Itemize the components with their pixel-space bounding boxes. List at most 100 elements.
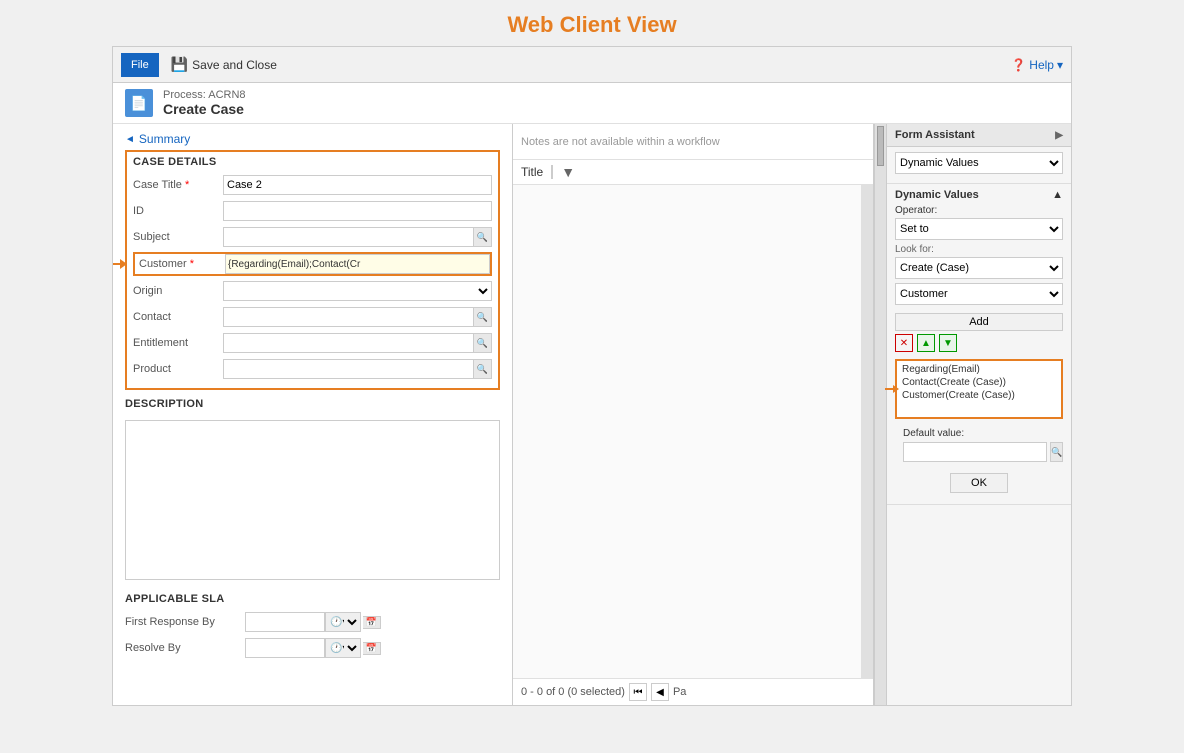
- sla-section: APPLICABLE SLA First Response By 🕐▾ 📅 Re…: [125, 593, 500, 659]
- file-button[interactable]: File: [121, 53, 159, 77]
- look-for-select[interactable]: Create (Case): [895, 257, 1063, 279]
- description-textarea[interactable]: [125, 420, 500, 580]
- ok-btn-row: OK: [895, 467, 1063, 499]
- right-panel: Form Assistant ▶ Dynamic Values Dynamic …: [886, 124, 1071, 705]
- first-response-input[interactable]: [245, 612, 325, 632]
- dv-item-1[interactable]: Regarding(Email): [899, 363, 1059, 376]
- content-area: a ◄ Summary CASE DETAILS Case Title *: [113, 124, 1071, 705]
- title-bar: Title ▼: [513, 160, 873, 185]
- default-value-label: Default value:: [903, 428, 1055, 439]
- entitlement-input[interactable]: [223, 333, 474, 353]
- entitlement-label: Entitlement: [133, 337, 223, 349]
- customer-row: Customer *: [133, 252, 492, 276]
- entitlement-row: Entitlement 🔍: [133, 332, 492, 354]
- process-name: Create Case: [163, 101, 246, 117]
- main-container: File 💾 Save and Close ❓ Help ▾ 📄 Process…: [112, 46, 1072, 706]
- pagination-bar: 0 - 0 of 0 (0 selected) ⏮ ◀ Pa: [513, 678, 873, 705]
- field-select[interactable]: Customer: [895, 283, 1063, 305]
- action-bar: ✕ ▲ ▼: [895, 331, 1063, 355]
- case-title-input[interactable]: [223, 175, 492, 195]
- page-title: Web Client View: [0, 0, 1184, 46]
- subject-lookup-btn[interactable]: 🔍: [474, 227, 492, 247]
- filter-icon[interactable]: ▼: [561, 164, 575, 180]
- entitlement-lookup-btn[interactable]: 🔍: [474, 333, 492, 353]
- collapse-icon: ◄: [125, 134, 135, 145]
- origin-select[interactable]: [223, 281, 492, 301]
- help-button[interactable]: ❓ Help ▾: [1011, 58, 1063, 72]
- resolve-by-row: Resolve By 🕐▾ 📅: [125, 637, 500, 659]
- dynamic-values-select[interactable]: Dynamic Values: [895, 152, 1063, 174]
- help-icon: ❓: [1011, 58, 1026, 72]
- default-lookup-btn[interactable]: 🔍: [1050, 442, 1063, 462]
- move-up-btn[interactable]: ▲: [917, 334, 935, 352]
- default-input-row: 🔍: [903, 442, 1055, 462]
- case-title-label: Case Title *: [133, 179, 223, 191]
- dv-item-2[interactable]: Contact(Create (Case)): [899, 376, 1059, 389]
- title-column-label: Title: [521, 165, 553, 179]
- save-icon: 💾: [171, 56, 188, 73]
- contact-row: Contact 🔍: [133, 306, 492, 328]
- id-label: ID: [133, 205, 223, 217]
- default-value-input[interactable]: [903, 442, 1047, 462]
- description-header: DESCRIPTION: [125, 398, 500, 410]
- resolve-by-input[interactable]: [245, 638, 325, 658]
- customer-arrow: [113, 259, 127, 269]
- resolve-by-label: Resolve By: [125, 642, 245, 654]
- scrollbar-thumb[interactable]: [877, 126, 884, 166]
- form-assistant-header: Form Assistant ▶: [887, 124, 1071, 147]
- case-details-section: CASE DETAILS Case Title * ID Subject: [125, 150, 500, 390]
- contact-label: Contact: [133, 311, 223, 323]
- first-response-unit[interactable]: 🕐▾: [325, 612, 361, 632]
- page-info: Pa: [673, 686, 686, 698]
- first-page-btn[interactable]: ⏮: [629, 683, 647, 701]
- list-arrow: [885, 385, 899, 393]
- resolve-by-cal-btn[interactable]: 📅: [363, 642, 381, 655]
- panel-dynamic-values-section: Dynamic Values ▲ Operator: Set to Look f…: [887, 184, 1071, 505]
- look-for-label: Look for:: [895, 244, 1063, 255]
- panel-dynamic-values-dropdown: Dynamic Values: [887, 147, 1071, 184]
- operator-label: Operator:: [895, 205, 1063, 216]
- description-section: DESCRIPTION: [125, 398, 500, 585]
- customer-input[interactable]: [225, 254, 490, 274]
- prev-page-btn[interactable]: ◀: [651, 683, 669, 701]
- product-input[interactable]: [223, 359, 474, 379]
- sla-header: APPLICABLE SLA: [125, 593, 500, 605]
- operator-select[interactable]: Set to: [895, 218, 1063, 240]
- case-title-row: Case Title *: [133, 174, 492, 196]
- contact-lookup-btn[interactable]: 🔍: [474, 307, 492, 327]
- subject-input-wrapper: 🔍: [223, 227, 492, 247]
- subject-input[interactable]: [223, 227, 474, 247]
- ok-button[interactable]: OK: [950, 473, 1008, 493]
- middle-panel: Notes are not available within a workflo…: [513, 124, 874, 705]
- contact-input[interactable]: [223, 307, 474, 327]
- help-chevron-icon: ▾: [1057, 58, 1063, 72]
- default-value-section: Default value: 🔍: [895, 423, 1063, 467]
- first-response-cal-btn[interactable]: 📅: [363, 616, 381, 629]
- id-input[interactable]: [223, 201, 492, 221]
- resolve-by-unit[interactable]: 🕐▾: [325, 638, 361, 658]
- process-text: Process: ACRN8 Create Case: [163, 89, 246, 117]
- notes-area: Notes are not available within a workflo…: [513, 124, 873, 160]
- form-panel: a ◄ Summary CASE DETAILS Case Title *: [113, 124, 513, 705]
- product-label: Product: [133, 363, 223, 375]
- first-response-label: First Response By: [125, 616, 245, 628]
- add-button[interactable]: Add: [895, 313, 1063, 331]
- save-close-button[interactable]: 💾 Save and Close: [171, 56, 277, 73]
- required-star: *: [185, 179, 189, 191]
- chevron-right-icon: ▶: [1055, 130, 1063, 141]
- product-lookup-btn[interactable]: 🔍: [474, 359, 492, 379]
- toolbar: File 💾 Save and Close ❓ Help ▾: [113, 47, 1071, 83]
- move-down-btn[interactable]: ▼: [939, 334, 957, 352]
- origin-label: Origin: [133, 285, 223, 297]
- collapse-dv-icon[interactable]: ▲: [1052, 189, 1063, 201]
- subject-row: Subject 🔍: [133, 226, 492, 248]
- product-row: Product 🔍: [133, 358, 492, 380]
- origin-row: Origin: [133, 280, 492, 302]
- first-response-row: First Response By 🕐▾ 📅: [125, 611, 500, 633]
- main-scrollbar[interactable]: [874, 124, 886, 705]
- remove-item-btn[interactable]: ✕: [895, 334, 913, 352]
- id-row: ID: [133, 200, 492, 222]
- dv-item-3[interactable]: Customer(Create (Case)): [899, 389, 1059, 402]
- grid-scrollbar[interactable]: [861, 185, 873, 678]
- summary-link[interactable]: ◄ Summary: [125, 132, 500, 146]
